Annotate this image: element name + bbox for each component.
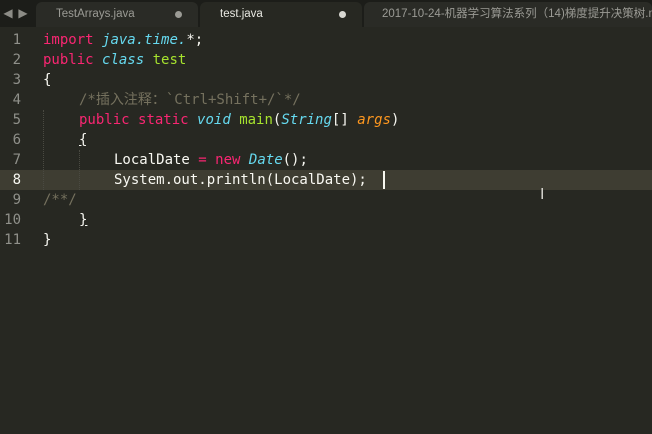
- code-line: import java.time.*;: [43, 30, 203, 50]
- line-number: 9: [12, 192, 21, 208]
- line-number: 7: [12, 152, 21, 168]
- code-text: *;: [186, 32, 204, 48]
- code-line: /*插入注释：`Ctrl+Shift+/`*/: [79, 90, 301, 110]
- comment: /**/: [43, 192, 77, 208]
- tab-bar: ◀ ▶ TestArrays.java test.java 2017-10-24…: [0, 0, 652, 27]
- line-number-gutter: 1 2 3 4 5 6 7 8 9 10 11: [0, 27, 30, 434]
- keyword: new: [215, 152, 241, 168]
- code-line: }: [43, 230, 51, 250]
- code-text: System.out.println(LocalDate);: [114, 172, 367, 188]
- punctuation: []: [331, 112, 358, 128]
- line-number: 4: [12, 92, 21, 108]
- unsaved-dot-icon[interactable]: [175, 11, 182, 18]
- tab-test-java[interactable]: test.java: [200, 2, 362, 27]
- tab-label: 2017-10-24-机器学习算法系列（14)梯度提升决策树.md: [382, 8, 652, 20]
- line-number: 3: [12, 72, 21, 88]
- class-name: test: [152, 52, 187, 68]
- method-name: main: [239, 112, 273, 128]
- keyword: public: [79, 112, 130, 128]
- line-number: 10: [4, 212, 21, 228]
- tab-label: test.java: [220, 8, 263, 20]
- keyword: static: [138, 112, 189, 128]
- brace: }: [79, 212, 88, 228]
- operator: =: [198, 152, 207, 168]
- code-line: }: [79, 210, 87, 230]
- tab-markdown-file[interactable]: 2017-10-24-机器学习算法系列（14)梯度提升决策树.md: [364, 2, 652, 27]
- type: String: [281, 112, 332, 128]
- code-line: public static void main(String[] args): [79, 110, 399, 130]
- code-line: LocalDate = new Date();: [114, 150, 308, 170]
- line-number: 1: [12, 32, 21, 48]
- code-text: LocalDate: [114, 152, 199, 168]
- brace: {: [79, 132, 88, 148]
- brace: }: [43, 232, 52, 248]
- tab-testarrays[interactable]: TestArrays.java: [36, 2, 198, 27]
- code-line-current: System.out.println(LocalDate);: [114, 170, 367, 190]
- indent-guide: [43, 110, 45, 190]
- comment: /*插入注释：`Ctrl+Shift+/`*/: [79, 92, 301, 108]
- tab-scroll-left-icon[interactable]: ◀: [2, 6, 14, 20]
- line-number: 2: [12, 52, 21, 68]
- code-line: {: [43, 70, 51, 90]
- punctuation: ): [390, 112, 400, 128]
- punctuation: ();: [282, 152, 308, 168]
- code-line: public class test: [43, 50, 186, 70]
- text-caret: [383, 171, 385, 189]
- code-line: /**/: [43, 190, 77, 210]
- keyword: public: [43, 52, 94, 68]
- line-number-current: 8: [12, 172, 21, 188]
- code-line: {: [79, 130, 87, 150]
- parameter: args: [357, 112, 391, 128]
- ibeam-cursor-icon: I: [540, 185, 545, 203]
- brace: {: [43, 72, 52, 88]
- sublime-editor-window: ◀ ▶ TestArrays.java test.java 2017-10-24…: [0, 0, 652, 434]
- type: Date: [248, 152, 283, 168]
- package-name: java.time.: [102, 32, 187, 48]
- keyword: import: [43, 32, 94, 48]
- tab-label: TestArrays.java: [56, 8, 135, 20]
- tab-scroll-right-icon[interactable]: ▶: [17, 6, 29, 20]
- indent-guide: [79, 150, 81, 190]
- line-number: 6: [12, 132, 21, 148]
- line-number: 11: [4, 232, 21, 248]
- line-number: 5: [12, 112, 21, 128]
- unsaved-dot-icon[interactable]: [339, 11, 346, 18]
- keyword: class: [102, 52, 145, 68]
- type: void: [197, 112, 231, 128]
